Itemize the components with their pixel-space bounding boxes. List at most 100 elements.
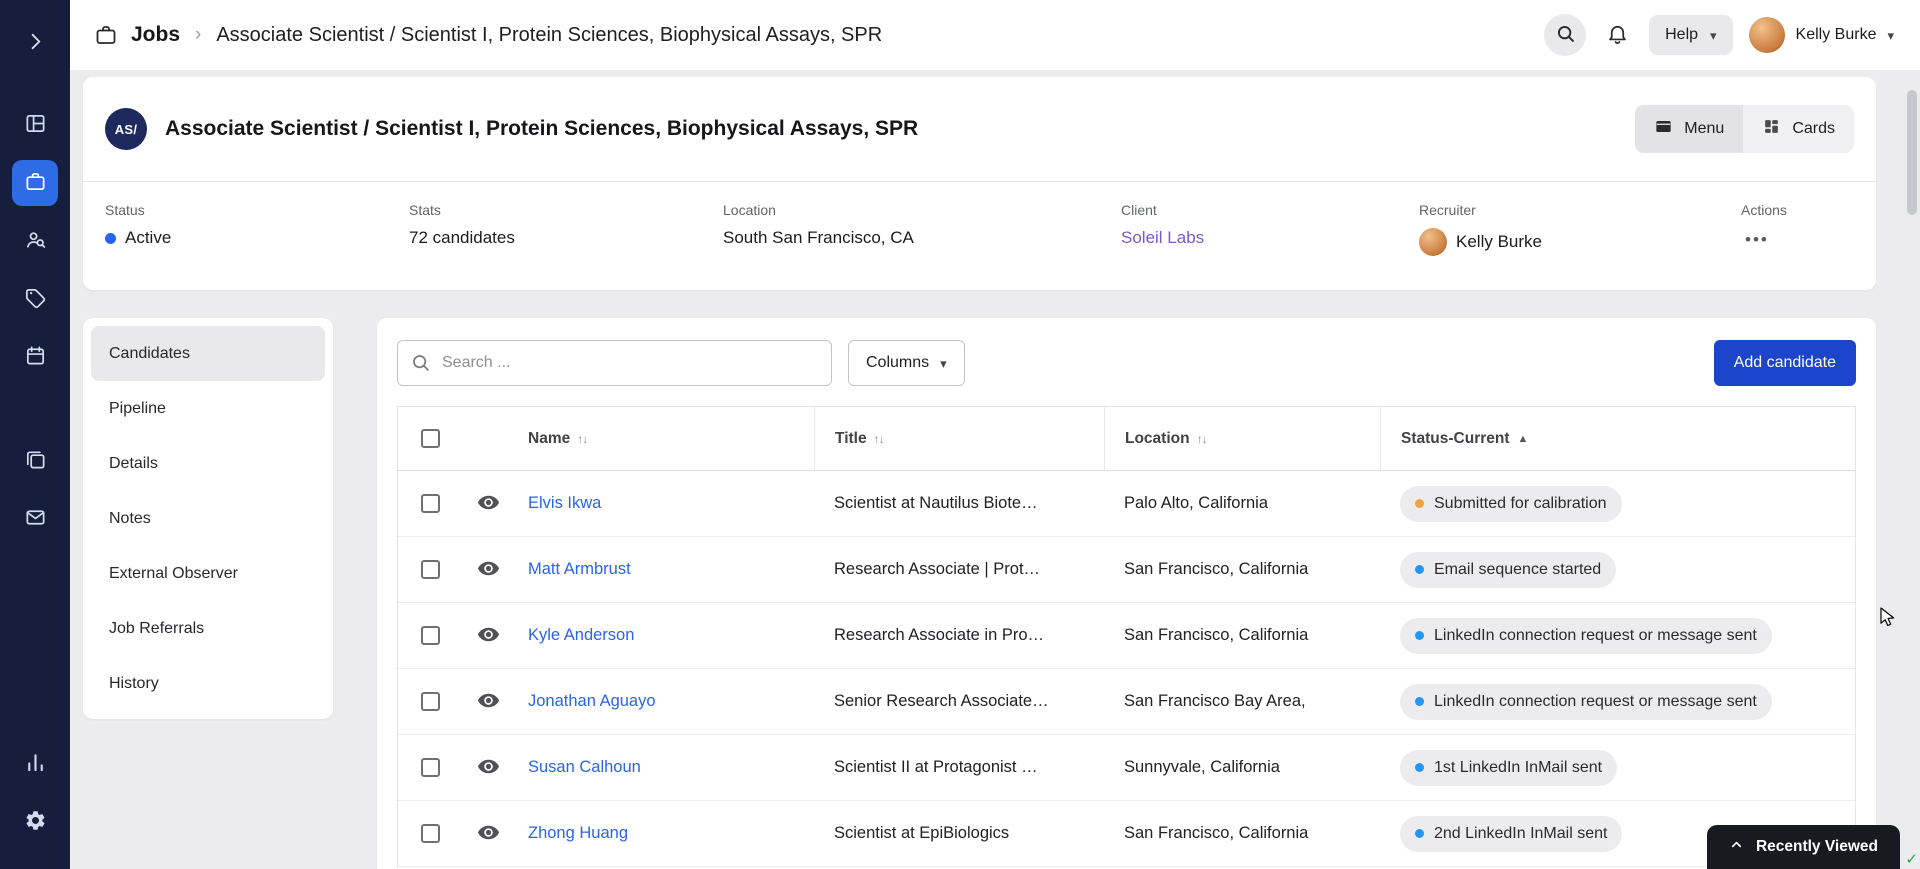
preview-button[interactable] [477, 689, 500, 715]
job-location-value: South San Francisco, CA [723, 228, 914, 247]
job-status-value: Active [125, 228, 172, 247]
search-button[interactable] [1544, 14, 1587, 56]
candidate-title: Senior Research Associate… [834, 692, 1049, 710]
view-toggle-cards[interactable]: Cards [1743, 105, 1854, 153]
view-toggle: Menu Cards [1635, 105, 1854, 153]
help-button[interactable]: Help ▾ [1649, 15, 1733, 55]
preview-button[interactable] [477, 557, 500, 583]
chevron-right-icon [24, 30, 47, 56]
field-stats: Stats 72 candidates [409, 202, 723, 256]
preview-button[interactable] [477, 491, 500, 517]
subnav-item-candidates[interactable]: Candidates [91, 326, 325, 381]
view-toggle-menu[interactable]: Menu [1635, 105, 1744, 153]
eye-icon [477, 491, 500, 517]
column-header-status-current[interactable]: Status-Current ▲ [1380, 407, 1855, 470]
subnav-item-details[interactable]: Details [91, 436, 325, 491]
row-checkbox[interactable] [420, 758, 440, 777]
scrollbar-thumb[interactable] [1907, 90, 1917, 215]
sidebar-item-jobs[interactable] [12, 160, 58, 206]
subnav-item-history[interactable]: History [91, 656, 325, 711]
search-field [397, 340, 832, 386]
candidate-name-link[interactable]: Jonathan Aguayo [528, 692, 656, 710]
preview-button[interactable] [477, 623, 500, 649]
columns-dropdown-label: Columns [866, 354, 930, 371]
recently-viewed-button[interactable]: Recently Viewed [1706, 825, 1900, 869]
status-dot [1415, 829, 1424, 838]
gear-icon [24, 809, 47, 835]
subnav-item-external-observer[interactable]: External Observer [91, 546, 325, 601]
candidate-name-link[interactable]: Zhong Huang [528, 824, 628, 842]
person-search-icon [24, 228, 47, 254]
table-row: Zhong Huang Scientist at EpiBiologics Sa… [398, 801, 1855, 867]
row-checkbox[interactable] [420, 626, 440, 645]
mail-icon [24, 506, 47, 532]
subnav-item-notes[interactable]: Notes [91, 491, 325, 546]
add-candidate-button[interactable]: Add candidate [1713, 340, 1856, 386]
candidates-table: Name ↑↓ Title ↑↓ Location ↑↓ Status-Current… [397, 406, 1856, 867]
briefcase-icon [94, 23, 118, 47]
field-label: Stats [409, 202, 441, 218]
status-dot [1415, 697, 1424, 706]
view-toggle-cards-label: Cards [1792, 120, 1835, 137]
actions-overflow-button[interactable]: ••• [1741, 228, 1773, 252]
sidebar-expand-button[interactable] [12, 20, 58, 66]
preview-button[interactable] [477, 755, 500, 781]
bell-icon [1606, 22, 1629, 48]
field-label: Location [723, 202, 776, 218]
candidate-location: Palo Alto, California [1124, 494, 1268, 512]
candidate-title: Research Associate | Prot… [834, 560, 1041, 578]
sort-icon: ↑↓ [577, 431, 588, 446]
status-badge: Submitted for calibration [1400, 485, 1622, 522]
green-check-icon: ✓ [1905, 851, 1918, 868]
preview-button[interactable] [477, 821, 500, 847]
chevron-down-icon: ▾ [1887, 27, 1894, 43]
sidebar-item-mail[interactable] [12, 496, 58, 542]
menu-view-icon [1654, 117, 1673, 141]
eye-icon [477, 821, 500, 847]
sidebar-item-calendar[interactable] [12, 334, 58, 380]
candidate-location: San Francisco, California [1124, 626, 1309, 644]
columns-dropdown[interactable]: Columns ▾ [848, 340, 965, 386]
subnav-item-pipeline[interactable]: Pipeline [91, 381, 325, 436]
user-menu[interactable]: Kelly Burke ▾ [1748, 17, 1894, 53]
status-dot [1415, 565, 1424, 574]
row-checkbox[interactable] [420, 560, 440, 579]
candidate-name-link[interactable]: Susan Calhoun [528, 758, 641, 776]
select-all-checkbox[interactable] [420, 429, 440, 448]
search-input[interactable] [397, 340, 832, 386]
sidebar-item-deals[interactable] [12, 276, 58, 322]
topbar-actions: Help ▾ Kelly Burke ▾ [1544, 14, 1894, 56]
recruiter-name: Kelly Burke [1456, 232, 1542, 251]
row-checkbox[interactable] [420, 692, 440, 711]
sidebar-item-campaigns[interactable] [12, 438, 58, 484]
column-header-name[interactable]: Name ↑↓ [514, 430, 814, 448]
client-link[interactable]: Soleil Labs [1121, 228, 1204, 248]
candidate-name-link[interactable]: Matt Armbrust [528, 560, 631, 578]
sidebar-item-dashboard[interactable] [12, 102, 58, 148]
candidate-name-link[interactable]: Kyle Anderson [528, 626, 634, 644]
briefcase-icon [24, 170, 47, 196]
status-badge: LinkedIn connection request or message s… [1400, 617, 1772, 654]
topbar: Jobs › Associate Scientist / Scientist I… [70, 0, 1920, 70]
column-header-location[interactable]: Location ↑↓ [1104, 407, 1380, 470]
row-checkbox[interactable] [420, 824, 440, 843]
breadcrumb-jobs-link[interactable]: Jobs [131, 23, 180, 47]
breadcrumb-separator: › [195, 24, 202, 45]
eye-icon [477, 557, 500, 583]
notifications-button[interactable] [1602, 18, 1633, 52]
status-badge: Email sequence started [1400, 551, 1617, 588]
sidebar-item-settings[interactable] [12, 799, 58, 845]
candidate-title: Scientist at EpiBiologics [834, 824, 1010, 842]
subnav-item-job-referrals[interactable]: Job Referrals [91, 601, 325, 656]
status-dot [1415, 763, 1424, 772]
job-stats-value: 72 candidates [409, 228, 515, 247]
row-checkbox[interactable] [420, 494, 440, 513]
job-fields: Status Active Stats 72 candidates Locati… [83, 181, 1876, 290]
eye-icon [477, 623, 500, 649]
sidebar-item-reports[interactable] [12, 741, 58, 787]
dashboard-icon [24, 112, 47, 138]
sidebar-item-people-search[interactable] [12, 218, 58, 264]
user-avatar [1748, 17, 1785, 53]
column-header-title[interactable]: Title ↑↓ [814, 407, 1104, 470]
candidate-name-link[interactable]: Elvis Ikwa [528, 494, 601, 512]
